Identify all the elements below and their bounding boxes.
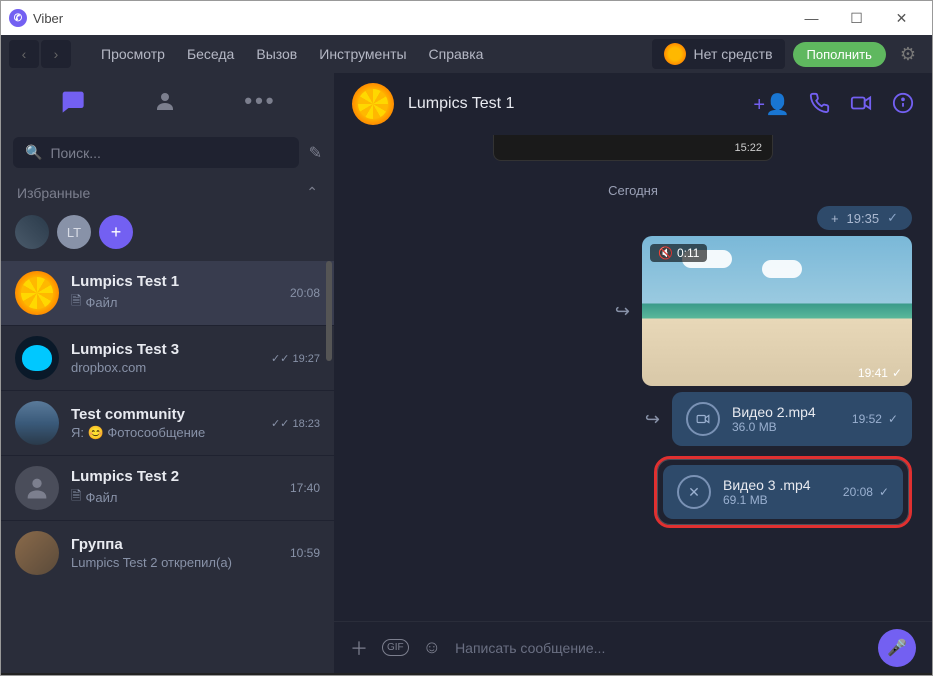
more-tab-icon[interactable]: •••	[244, 88, 276, 114]
add-participant-icon[interactable]: +👤	[753, 92, 790, 117]
avatar	[15, 401, 59, 445]
scrollbar-thumb[interactable]	[326, 261, 332, 361]
file-size: 69.1 MB	[723, 493, 831, 507]
nav-back-button[interactable]: ‹	[9, 40, 39, 68]
favorite-avatar[interactable]	[15, 215, 49, 249]
messages-area[interactable]: 15:22 Сегодня + 19:35 ✓ ↪	[334, 135, 932, 621]
menu-call[interactable]: Вызов	[256, 46, 297, 62]
chat-panel: Lumpics Test 1 +👤 1	[334, 73, 932, 673]
chat-preview: 🗎 Файл	[71, 292, 278, 314]
forward-icon[interactable]: ↪	[645, 409, 660, 430]
file-message[interactable]: Видео 2.mp4 36.0 MB 19:52 ✓	[672, 392, 912, 446]
mute-duration-badge: 🔇 0:11	[650, 244, 707, 262]
avatar	[15, 466, 59, 510]
titlebar: ✆ Viber — ☐ ✕	[1, 1, 932, 35]
menu-chat[interactable]: Беседа	[187, 46, 234, 62]
chat-preview: 🗎 Файл	[71, 487, 278, 509]
contacts-tab-icon[interactable]	[153, 89, 177, 113]
avatar	[15, 531, 59, 575]
sticker-icon[interactable]: ☺	[423, 637, 441, 658]
file-size: 36.0 MB	[732, 420, 840, 434]
message-time: 19:41 ✓	[858, 366, 902, 380]
previous-video-message[interactable]: 15:22	[493, 135, 773, 161]
collapsed-messages-pill[interactable]: + 19:35 ✓	[817, 206, 912, 230]
day-separator: Сегодня	[354, 183, 912, 198]
video-message[interactable]: 🔇 0:11 19:41 ✓	[642, 236, 912, 386]
close-button[interactable]: ✕	[879, 3, 924, 33]
message-time: 20:08 ✓	[843, 485, 889, 499]
chat-name: Группа	[71, 536, 278, 553]
menu-view[interactable]: Просмотр	[101, 46, 165, 62]
chevron-up-icon: ⌃	[306, 184, 318, 201]
chat-name: Lumpics Test 3	[71, 341, 259, 358]
message-time: 15:22	[734, 142, 762, 154]
compose-icon[interactable]: ✎	[309, 143, 322, 163]
sidebar: ••• 🔍 Поиск... ✎ Избранные ⌃ LT +	[1, 73, 334, 673]
maximize-button[interactable]: ☐	[834, 3, 879, 33]
chat-item[interactable]: Lumpics Test 1 🗎 Файл 20:08	[1, 261, 334, 326]
nav-forward-button[interactable]: ›	[41, 40, 71, 68]
avatar	[15, 336, 59, 380]
chat-preview: Я: 😊 Фотосообщение	[71, 425, 259, 441]
chat-item[interactable]: Lumpics Test 2 🗎 Файл 17:40	[1, 456, 334, 521]
minimize-button[interactable]: —	[789, 3, 834, 33]
composer: ＋ GIF ☺ Написать сообщение... 🎤	[334, 621, 932, 673]
highlighted-annotation: ✕ Видео 3 .mp4 69.1 MB 20:08 ✓	[654, 456, 912, 528]
attach-icon[interactable]: ＋	[350, 635, 368, 661]
pill-time: 19:35	[847, 211, 880, 226]
search-input[interactable]: 🔍 Поиск...	[13, 137, 299, 168]
chats-tab-icon[interactable]	[58, 87, 86, 115]
balance-pill[interactable]: Нет средств	[652, 39, 785, 69]
chat-avatar[interactable]	[352, 83, 394, 125]
video-file-icon	[686, 402, 720, 436]
gif-icon[interactable]: GIF	[382, 639, 409, 656]
topup-button[interactable]: Пополнить	[793, 42, 886, 67]
read-check-icon: ✓✓ 18:23	[271, 417, 320, 430]
chat-item[interactable]: Test community Я: 😊 Фотосообщение ✓✓ 18:…	[1, 391, 334, 456]
viber-out-icon	[664, 43, 686, 65]
chat-time: 17:40	[290, 481, 320, 495]
file-message-uploading[interactable]: ✕ Видео 3 .mp4 69.1 MB 20:08 ✓	[663, 465, 903, 519]
menu-tools[interactable]: Инструменты	[319, 46, 406, 62]
viber-logo-icon: ✆	[9, 9, 27, 27]
read-check-icon: ✓✓ 19:27	[271, 352, 320, 365]
video-call-icon[interactable]	[848, 92, 874, 117]
message-time: 19:52 ✓	[852, 412, 898, 426]
file-name: Видео 2.mp4	[732, 404, 840, 420]
chat-time: 20:08	[290, 286, 320, 300]
favorites-label: Избранные	[17, 185, 90, 201]
chat-list: Lumpics Test 1 🗎 Файл 20:08 Lumpics Test…	[1, 261, 334, 673]
search-placeholder: Поиск...	[50, 145, 100, 161]
avatar	[15, 271, 59, 315]
chat-preview: dropbox.com	[71, 360, 259, 375]
window-title: Viber	[33, 11, 63, 26]
settings-icon[interactable]: ⚙	[900, 44, 916, 65]
add-favorite-button[interactable]: +	[99, 215, 133, 249]
app-window: ✆ Viber — ☐ ✕ ‹ › Просмотр Беседа Вызов …	[0, 0, 933, 676]
chat-time: 10:59	[290, 546, 320, 560]
plus-icon: +	[831, 211, 839, 226]
menu-help[interactable]: Справка	[429, 46, 484, 62]
balance-label: Нет средств	[694, 46, 773, 62]
chat-item[interactable]: Группа Lumpics Test 2 открепил(а) 10:59	[1, 521, 334, 585]
search-icon: 🔍	[25, 144, 42, 161]
chat-title: Lumpics Test 1	[408, 95, 739, 113]
file-name: Видео 3 .mp4	[723, 477, 831, 493]
info-icon[interactable]	[892, 92, 914, 117]
chat-preview: Lumpics Test 2 открепил(а)	[71, 555, 278, 570]
voice-message-button[interactable]: 🎤	[878, 629, 916, 667]
menubar: ‹ › Просмотр Беседа Вызов Инструменты Сп…	[1, 35, 932, 73]
cancel-upload-icon[interactable]: ✕	[677, 475, 711, 509]
sent-check-icon: ✓	[887, 210, 898, 226]
chat-header: Lumpics Test 1 +👤	[334, 73, 932, 135]
chat-name: Lumpics Test 1	[71, 273, 278, 290]
favorites-header[interactable]: Избранные ⌃	[1, 176, 334, 209]
favorite-avatar-lt[interactable]: LT	[57, 215, 91, 249]
forward-icon[interactable]: ↪	[615, 301, 630, 322]
chat-name: Test community	[71, 406, 259, 423]
chat-item[interactable]: Lumpics Test 3 dropbox.com ✓✓ 19:27	[1, 326, 334, 391]
chat-name: Lumpics Test 2	[71, 468, 278, 485]
message-input[interactable]: Написать сообщение...	[455, 640, 864, 656]
voice-call-icon[interactable]	[808, 92, 830, 117]
